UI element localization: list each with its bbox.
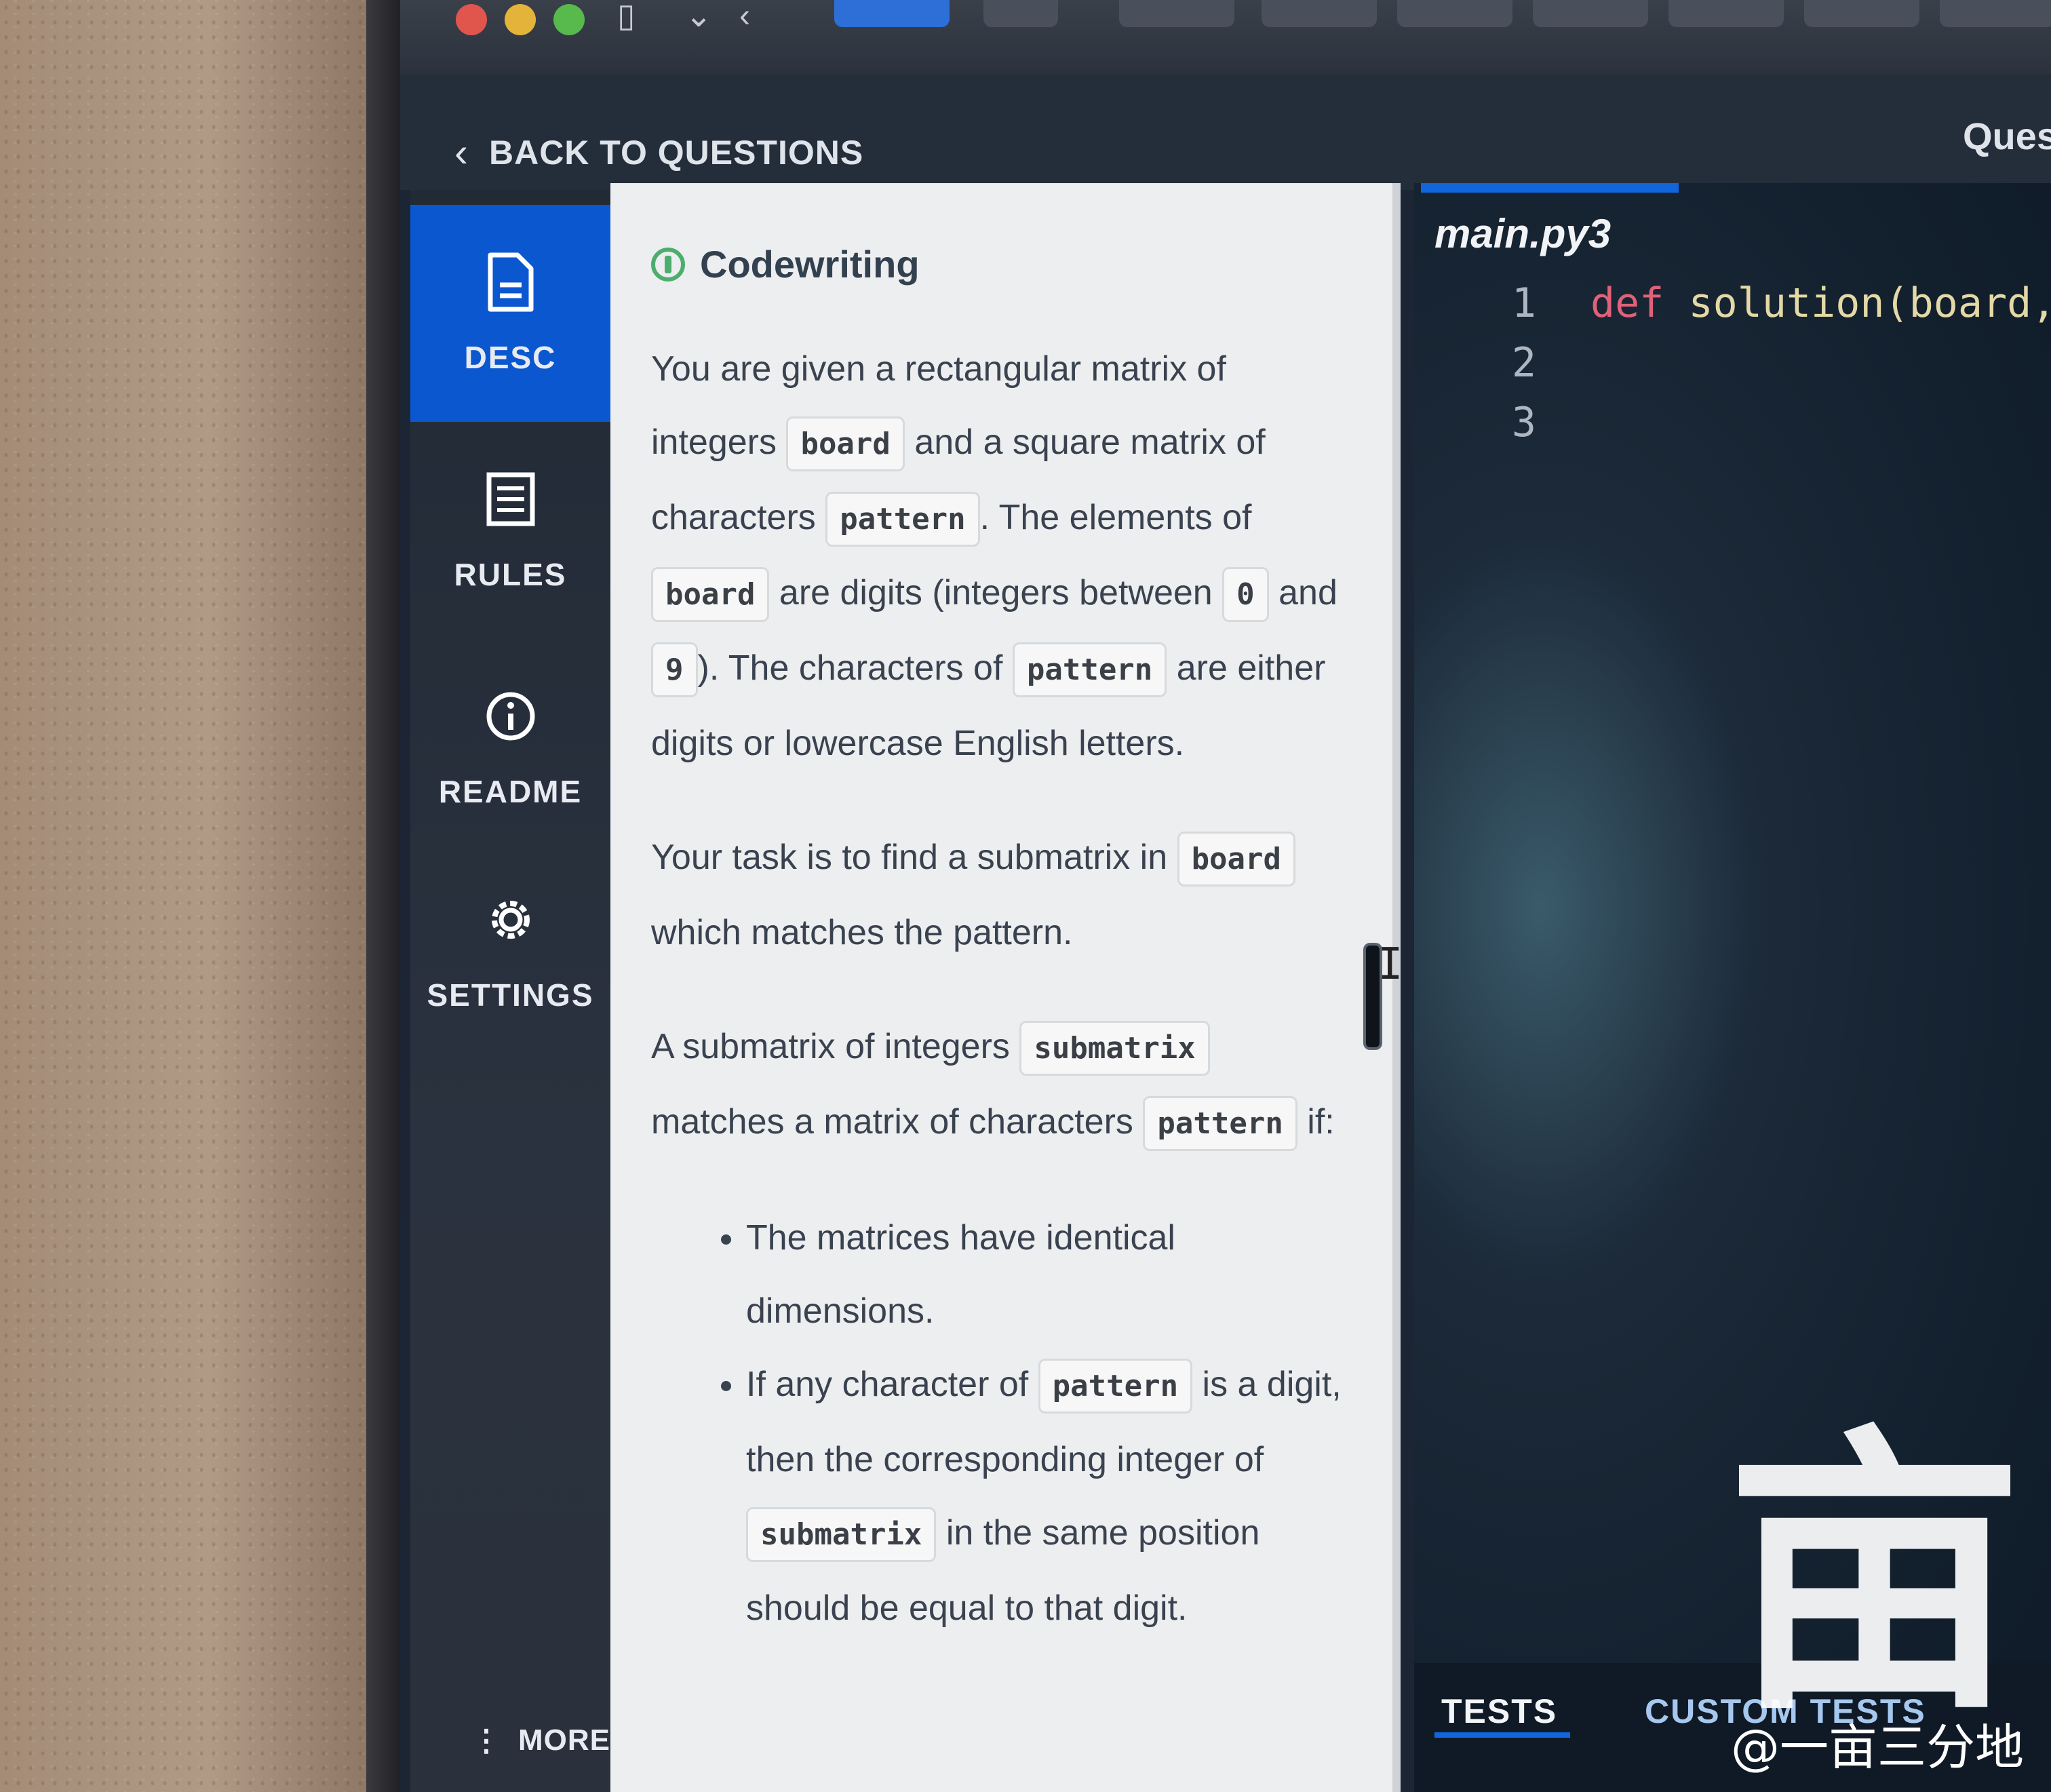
line-number: 1	[1511, 279, 1536, 327]
inline-code: pattern	[1038, 1359, 1193, 1414]
sidebar-item-readme[interactable]: README	[410, 639, 610, 856]
inline-code: board	[1177, 832, 1296, 887]
pinned-tab-icon[interactable]	[983, 0, 1058, 27]
line-number: 3	[1511, 399, 1536, 446]
pinned-tab-icon[interactable]	[1940, 0, 2051, 27]
sidebar-item-desc[interactable]: DESC	[410, 205, 610, 422]
match-conditions-list: The matrices have identical dimensions. …	[651, 1201, 1352, 1645]
problem-type-heading: Codewriting	[651, 237, 1352, 292]
active-file-indicator	[1421, 183, 1679, 193]
problem-paragraph: Your task is to find a submatrix in boar…	[651, 821, 1352, 969]
text: ). The characters of	[697, 648, 1003, 688]
text: which matches the pattern.	[651, 913, 1073, 952]
list-item: The matrices have identical dimensions.	[746, 1201, 1352, 1348]
maximize-window-button[interactable]	[553, 4, 585, 35]
text: The matrices have identical dimensions.	[746, 1218, 1175, 1331]
text: . The elements of	[979, 498, 1252, 537]
left-sidebar: DESC RULES README SETTINGS ⋮ MORE	[410, 190, 610, 1792]
pinned-tab-icon[interactable]	[834, 0, 950, 27]
close-window-button[interactable]	[456, 4, 487, 35]
panel-resize-handle[interactable]	[1363, 943, 1382, 1050]
sidebar-item-settings[interactable]: SETTINGS	[410, 842, 610, 1059]
watermark-text: @一亩三分地	[1730, 1719, 2024, 1776]
active-tab-underline	[1434, 1732, 1570, 1738]
text: If any character of	[746, 1365, 1029, 1404]
list-item: If any character of pattern is a digit, …	[746, 1348, 1352, 1645]
browser-toolbar: ▯ ⌄ ‹	[400, 0, 2051, 75]
editor-filename[interactable]: main.py3	[1434, 210, 1611, 257]
document-icon	[488, 252, 533, 312]
back-arrow-icon[interactable]: ‹	[739, 0, 750, 33]
tab-tests[interactable]: TESTS	[1441, 1692, 1557, 1731]
info-icon	[486, 692, 534, 741]
inline-code: pattern	[1012, 642, 1167, 697]
inline-code: 9	[651, 642, 698, 697]
inline-code: submatrix	[746, 1507, 937, 1562]
gear-icon	[491, 901, 530, 939]
problem-paragraph: A submatrix of integers submatrix matche…	[651, 1010, 1352, 1161]
top-navigation: ‹ BACK TO QUESTIONS Ques	[400, 75, 2051, 190]
sidebar-item-label: SETTINGS	[427, 977, 594, 1013]
sidebar-item-label: DESC	[464, 340, 557, 375]
problem-paragraph: You are given a rectangular matrix of in…	[651, 332, 1352, 780]
more-label: MORE	[518, 1723, 610, 1757]
inline-code: submatrix	[1019, 1021, 1210, 1076]
text: are digits (integers between	[779, 573, 1213, 612]
back-label: BACK TO QUESTIONS	[488, 133, 864, 172]
pinned-tab-icon[interactable]	[1397, 0, 1512, 27]
sidebar-toggle-icon[interactable]: ▯	[617, 0, 635, 33]
chevron-down-icon[interactable]: ⌄	[685, 0, 712, 33]
pinned-tab-icon[interactable]	[1804, 0, 1919, 27]
sidebar-item-label: RULES	[454, 557, 567, 592]
code-editor[interactable]: main.py3 1 2 3 def solution(board, TESTS…	[1414, 183, 2051, 1792]
text: Your task is to find a submatrix in	[651, 838, 1168, 877]
inline-code: pattern	[825, 492, 980, 547]
inline-code: board	[786, 416, 905, 471]
sidebar-item-label: README	[438, 774, 583, 809]
text: matches a matrix of characters	[651, 1102, 1133, 1142]
kebab-menu-icon: ⋮	[471, 1724, 502, 1757]
minimize-window-button[interactable]	[505, 4, 536, 35]
problem-type-label: Codewriting	[700, 243, 920, 286]
back-to-questions-link[interactable]: ‹ BACK TO QUESTIONS	[454, 129, 863, 176]
text: and	[1278, 573, 1337, 612]
background-wall	[0, 0, 380, 1792]
pinned-tab-icon[interactable]	[1668, 0, 1784, 27]
pinned-tab-icon[interactable]	[1119, 0, 1234, 27]
code-line[interactable]: def solution(board,	[1590, 279, 2051, 327]
function-signature-token: solution(board,	[1688, 279, 2051, 327]
pinned-tab-icon[interactable]	[1262, 0, 1377, 27]
chevron-left-icon: ‹	[454, 130, 469, 175]
screen: ▯ ⌄ ‹ ‹ BACK TO QUESTIONS Ques DESC RULE…	[400, 0, 2051, 1792]
text: digit.	[1112, 1589, 1188, 1628]
inline-code: 0	[1222, 567, 1269, 622]
watermark-logo: 亩	[1725, 1399, 2024, 1750]
codewriting-badge-icon	[651, 248, 685, 281]
page-title: Ques	[1962, 115, 2051, 157]
line-number: 2	[1511, 339, 1536, 387]
problem-description-panel: Codewriting You are given a rectangular …	[610, 183, 1401, 1792]
pinned-tab-icon[interactable]	[1533, 0, 1648, 27]
list-icon	[486, 472, 534, 526]
text: if:	[1307, 1102, 1335, 1142]
text: A submatrix of integers	[651, 1027, 1010, 1066]
inline-code: board	[651, 567, 770, 622]
inline-code: pattern	[1143, 1096, 1297, 1151]
sidebar-item-rules[interactable]: RULES	[410, 422, 610, 639]
more-button[interactable]: ⋮ MORE	[471, 1723, 610, 1758]
keyword-token: def	[1590, 279, 1664, 327]
